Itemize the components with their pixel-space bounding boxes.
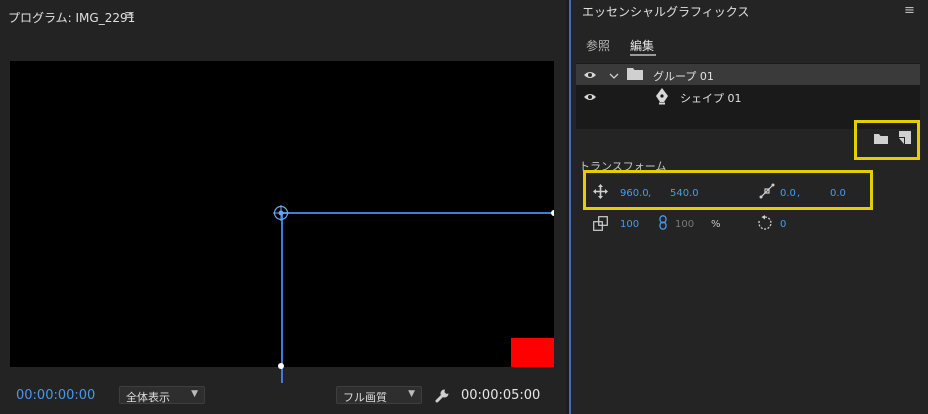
current-timecode[interactable]: 00:00:00:00 <box>16 388 95 403</box>
playback-quality-value: フル画質 <box>343 391 387 404</box>
layer-label-shape[interactable]: シェイプ 01 <box>680 90 742 106</box>
scale-linked-value: 100 <box>675 219 695 230</box>
rotation-icon <box>758 215 772 230</box>
selection-left-edge[interactable] <box>281 212 283 367</box>
highlight-transform-row <box>583 170 873 210</box>
folder-icon <box>627 68 643 80</box>
rotation-value[interactable]: 0 <box>780 219 786 230</box>
pen-tool-icon <box>656 88 668 105</box>
selection-top-edge[interactable] <box>281 212 554 214</box>
duration-timecode: 00:00:05:00 <box>461 388 541 403</box>
chevron-down-icon: ▼ <box>191 389 198 399</box>
scale-value[interactable]: 100 <box>620 219 639 230</box>
highlight-layer-actions <box>854 120 920 160</box>
wrench-icon[interactable] <box>434 386 452 404</box>
essential-graphics-menu-icon[interactable]: ≡ <box>904 3 915 18</box>
link-chain-icon[interactable] <box>659 215 667 230</box>
program-panel-menu-icon[interactable]: ≡ <box>124 8 135 23</box>
chevron-down-icon[interactable] <box>609 72 619 80</box>
tab-edit[interactable]: 編集 <box>630 37 654 54</box>
program-viewer[interactable] <box>10 61 554 367</box>
active-tab-indicator <box>630 54 656 56</box>
eye-visibility-icon[interactable] <box>583 70 597 80</box>
scale-icon <box>593 216 608 231</box>
program-panel-title[interactable]: プログラム: IMG_2291 <box>8 9 135 26</box>
red-shape-object[interactable] <box>511 338 554 367</box>
layer-label-group[interactable]: グループ 01 <box>653 68 714 84</box>
selection-handle-bottom[interactable] <box>278 363 284 369</box>
chevron-down-icon: ▼ <box>408 389 415 399</box>
zoom-level-value: 全体表示 <box>126 391 170 404</box>
selection-handle-right[interactable] <box>551 210 554 216</box>
essential-graphics-title[interactable]: エッセンシャルグラフィックス <box>582 3 749 20</box>
zoom-level-dropdown[interactable]: 全体表示 ▼ <box>119 386 205 404</box>
playback-quality-dropdown[interactable]: フル画質 ▼ <box>336 386 422 404</box>
scale-unit-percent: % <box>711 219 721 230</box>
tab-browse[interactable]: 参照 <box>586 37 610 54</box>
selection-left-edge-extension <box>281 367 283 383</box>
eye-visibility-icon[interactable] <box>583 92 597 102</box>
anchor-point-handle[interactable] <box>273 205 289 221</box>
